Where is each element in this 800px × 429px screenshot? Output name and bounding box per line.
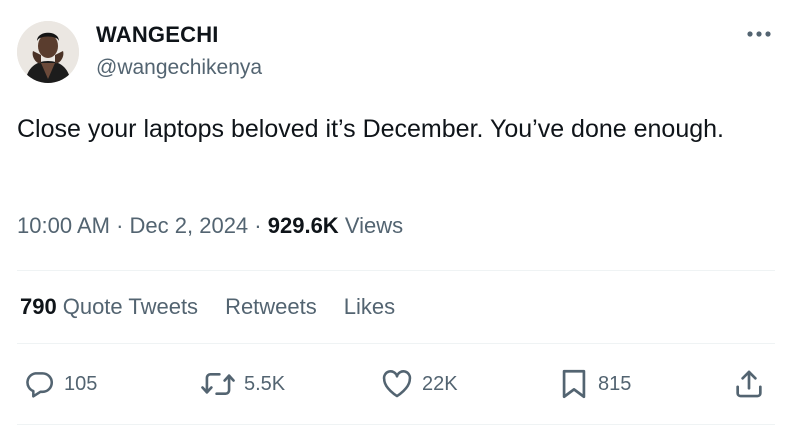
reply-count: 105 (64, 372, 98, 395)
tweet-text: Close your laptops beloved it’s December… (17, 115, 724, 143)
quote-count: 790 (20, 294, 57, 319)
meta-separator: · (116, 213, 124, 238)
engagement-stats: 790 Quote Tweets Retweets Likes (20, 294, 395, 320)
retweet-button[interactable]: 5.5K (200, 364, 285, 404)
avatar[interactable] (17, 21, 79, 83)
display-name[interactable]: WANGECHI (96, 22, 219, 48)
reply-icon (26, 372, 54, 398)
bookmark-count: 815 (598, 372, 632, 395)
tweet-date[interactable]: Dec 2, 2024 (130, 213, 249, 238)
quote-label: Quote Tweets (62, 294, 199, 319)
like-button[interactable]: 22K (380, 364, 458, 404)
views-label: Views (344, 213, 404, 238)
reply-button[interactable]: 105 (22, 364, 97, 404)
share-icon (736, 370, 762, 398)
retweets-link[interactable]: Retweets (225, 294, 317, 320)
divider (17, 270, 775, 271)
avatar-photo (17, 21, 79, 83)
views-count: 929.6K (267, 213, 339, 238)
divider (17, 424, 775, 425)
bookmark-button[interactable]: 815 (558, 364, 631, 404)
more-horizontal-icon[interactable] (746, 26, 772, 42)
meta-separator: · (254, 213, 262, 238)
share-button[interactable] (732, 364, 766, 404)
bookmark-icon (562, 369, 586, 399)
like-count: 22K (422, 372, 458, 395)
tweet-card: WANGECHI @wangechikenya Close your lapto… (0, 0, 800, 429)
retweet-count: 5.5K (244, 372, 286, 395)
action-bar: 105 5.5K 22K 815 (0, 364, 800, 404)
user-handle[interactable]: @wangechikenya (96, 56, 262, 80)
retweet-icon (201, 372, 235, 396)
likes-link[interactable]: Likes (344, 294, 395, 320)
heart-icon (382, 370, 412, 398)
divider (17, 343, 775, 344)
tweet-meta: 10:00 AM · Dec 2, 2024 · 929.6K Views (17, 213, 403, 239)
quote-tweets-link[interactable]: 790 Quote Tweets (20, 294, 198, 320)
tweet-time[interactable]: 10:00 AM (17, 213, 110, 238)
